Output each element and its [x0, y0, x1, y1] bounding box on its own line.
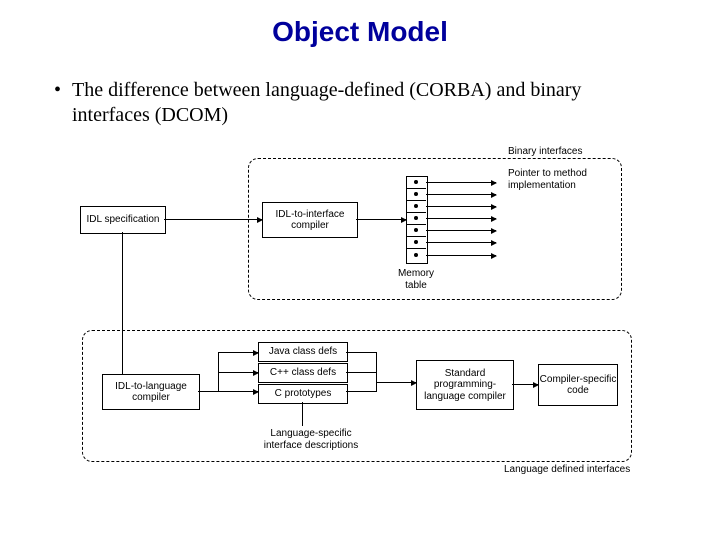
table-dot	[414, 192, 418, 196]
table-row-sep	[406, 248, 426, 249]
table-row-sep	[406, 236, 426, 237]
slide: Object Model • The difference between la…	[0, 0, 720, 540]
idl-to-language-compiler-text: IDL-to-language compiler	[103, 381, 199, 404]
method-pointer-arrow	[426, 230, 496, 231]
table-row-sep	[406, 200, 426, 201]
table-row-sep	[406, 212, 426, 213]
table-dot	[414, 204, 418, 208]
table-dot	[414, 180, 418, 184]
diagram: Binary interfaces Pointer to method impl…	[78, 150, 638, 490]
c-prototypes-text: C prototypes	[275, 388, 332, 400]
lang-specific-desc-label: Language-specific interface descriptions	[256, 428, 366, 451]
idl-specification-text: IDL specification	[87, 214, 160, 226]
connector-from-cpp	[346, 372, 376, 373]
method-pointer-arrow	[426, 255, 496, 256]
connector-from-c	[346, 391, 376, 392]
method-pointer-arrow	[426, 182, 496, 183]
connector-fanout-stem	[198, 391, 218, 392]
arrow-idlspec-to-compiler	[164, 219, 262, 220]
std-compiler-text: Standard programming-language compiler	[417, 368, 513, 403]
idl-to-interface-compiler-box: IDL-to-interface compiler	[262, 202, 358, 238]
table-dot	[414, 216, 418, 220]
bullet-item: • The difference between language-define…	[72, 78, 632, 128]
compiler-specific-code-text: Compiler-specific code	[539, 374, 617, 397]
pointer-to-method-label: Pointer to method implementation	[508, 168, 638, 191]
compiler-specific-code-box: Compiler-specific code	[538, 364, 618, 406]
memory-table-box	[406, 176, 428, 264]
arrow-to-code	[512, 384, 538, 385]
cpp-class-defs-text: C++ class defs	[270, 367, 336, 379]
table-dot	[414, 228, 418, 232]
connector-desc	[302, 402, 303, 426]
std-compiler-box: Standard programming-language compiler	[416, 360, 514, 410]
method-pointer-arrow	[426, 206, 496, 207]
connector-fanin-v	[376, 352, 377, 392]
cpp-class-defs-box: C++ class defs	[258, 363, 348, 383]
connector-from-java	[346, 352, 376, 353]
language-defined-label: Language defined interfaces	[504, 464, 630, 476]
java-class-defs-box: Java class defs	[258, 342, 348, 362]
table-dot	[414, 240, 418, 244]
method-pointer-arrow	[426, 218, 496, 219]
page-title: Object Model	[0, 16, 720, 48]
idl-specification-box: IDL specification	[80, 206, 166, 234]
bullet-dot-icon: •	[54, 78, 61, 103]
table-row-sep	[406, 188, 426, 189]
bullet-text: The difference between language-defined …	[72, 79, 581, 126]
binary-interfaces-label: Binary interfaces	[508, 146, 582, 158]
method-pointer-arrow	[426, 194, 496, 195]
table-dot	[414, 253, 418, 257]
arrow-to-c	[218, 391, 258, 392]
arrow-to-std-compiler	[376, 382, 416, 383]
c-prototypes-box: C prototypes	[258, 384, 348, 404]
arrow-compiler-to-table	[356, 219, 406, 220]
idl-to-interface-compiler-text: IDL-to-interface compiler	[263, 209, 357, 232]
table-row-sep	[406, 224, 426, 225]
idl-to-language-compiler-box: IDL-to-language compiler	[102, 374, 200, 410]
arrow-to-java	[218, 352, 258, 353]
arrow-to-cpp	[218, 372, 258, 373]
memory-table-label: Memory table	[390, 268, 442, 291]
method-pointer-arrow	[426, 242, 496, 243]
java-class-defs-text: Java class defs	[269, 346, 337, 358]
